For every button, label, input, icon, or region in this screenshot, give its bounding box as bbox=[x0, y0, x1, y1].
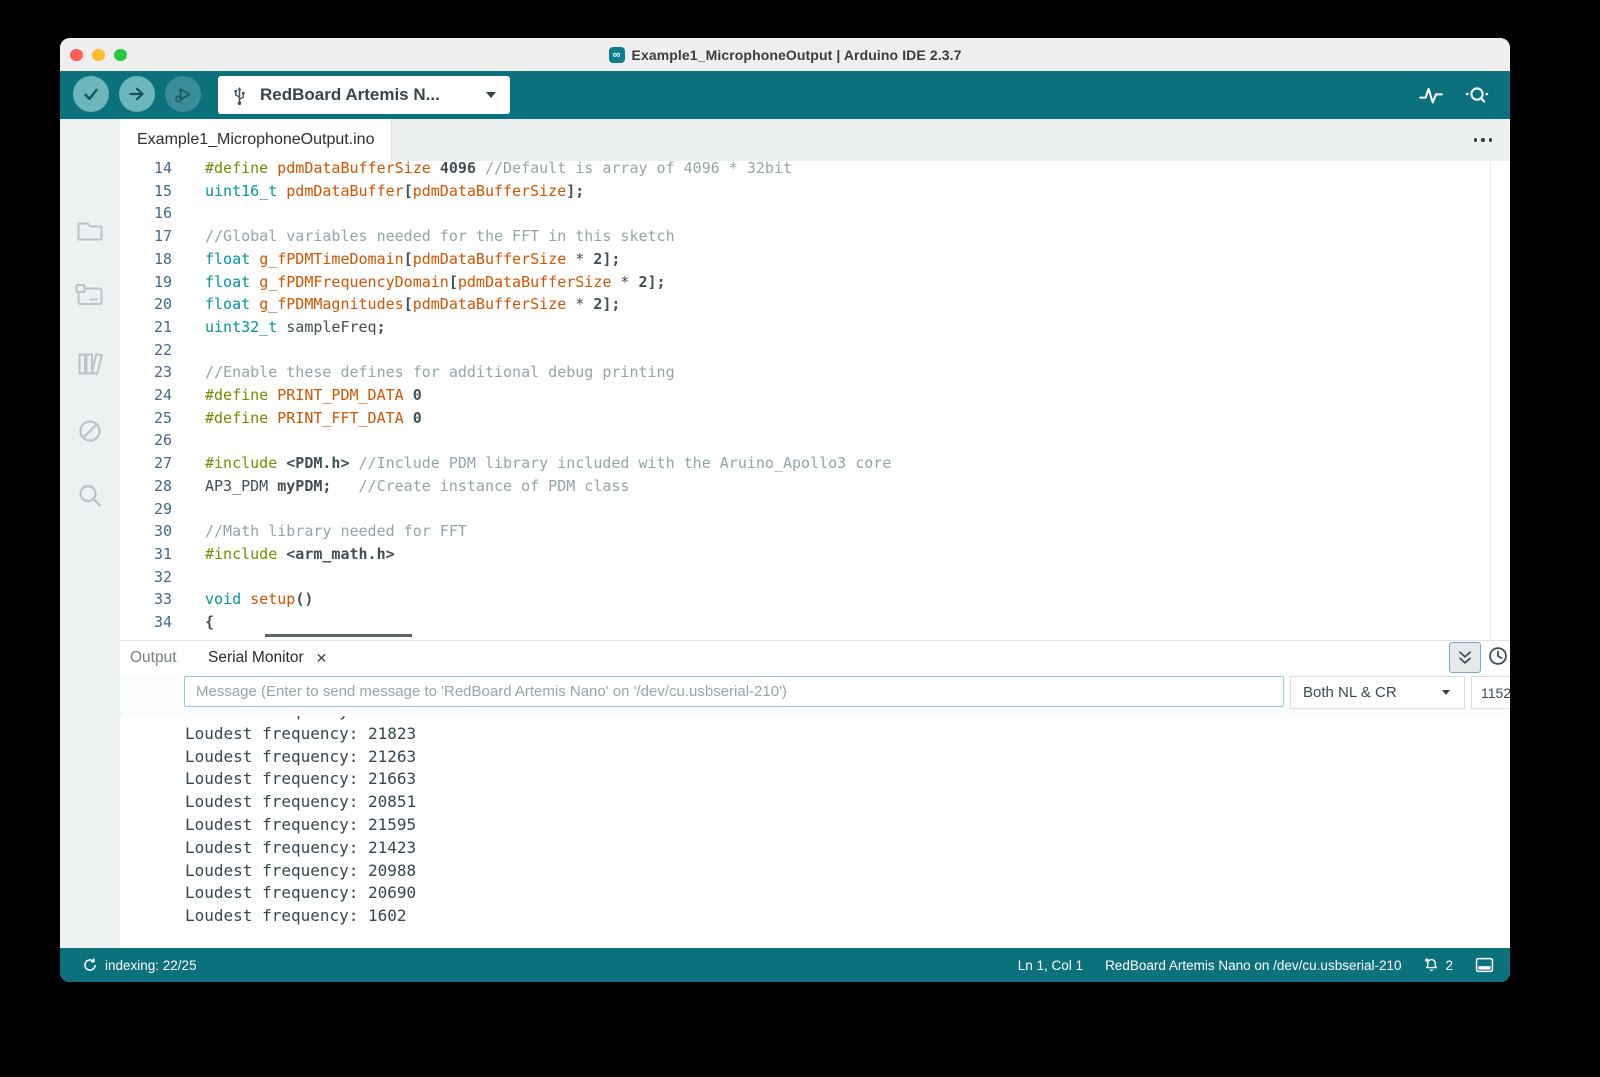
board-selector[interactable]: RedBoard Artemis N... bbox=[218, 76, 510, 114]
activity-sidebar bbox=[60, 119, 121, 948]
verify-button[interactable] bbox=[73, 76, 109, 112]
chevron-down-icon bbox=[486, 92, 496, 98]
cursor-position[interactable]: Ln 1, Col 1 bbox=[1018, 958, 1083, 973]
serial-output: Loudest frequency:Loudest frequency: 218… bbox=[120, 716, 1510, 948]
indexing-status: indexing: 22/25 bbox=[60, 957, 197, 973]
screen: ∞ Example1_MicrophoneOutput | Arduino ID… bbox=[0, 0, 1600, 1077]
baud-rate-select[interactable]: 115200 baud bbox=[1471, 676, 1510, 709]
titlebar: ∞ Example1_MicrophoneOutput | Arduino ID… bbox=[60, 38, 1510, 72]
debug-button[interactable] bbox=[165, 76, 201, 112]
window-title: Example1_MicrophoneOutput | Arduino IDE … bbox=[632, 47, 962, 63]
serial-message-input[interactable] bbox=[184, 676, 1284, 707]
baud-rate-value: 115200 baud bbox=[1481, 685, 1510, 701]
chevron-down-icon bbox=[1442, 690, 1450, 695]
close-serial-monitor-button[interactable]: ✕ bbox=[316, 650, 328, 667]
notifications-button[interactable]: 2 bbox=[1423, 957, 1453, 974]
arrow-right-icon bbox=[126, 83, 148, 105]
panel-tab-output[interactable]: Output bbox=[130, 641, 177, 675]
tab-sketch-file[interactable]: Example1_MicrophoneOutput.ino bbox=[120, 119, 392, 161]
usb-icon bbox=[232, 85, 247, 106]
double-chevron-down-icon bbox=[1455, 648, 1475, 668]
panel-tab-serial-monitor[interactable]: Serial Monitor ✕ bbox=[208, 641, 327, 675]
serial-monitor-icon bbox=[1464, 83, 1490, 109]
clock-icon bbox=[1487, 645, 1509, 667]
more-actions-button[interactable] bbox=[1470, 133, 1496, 147]
window-title-group: ∞ Example1_MicrophoneOutput | Arduino ID… bbox=[60, 38, 1510, 71]
sync-icon bbox=[82, 957, 98, 973]
tab-label: Example1_MicrophoneOutput.ino bbox=[137, 131, 374, 149]
serial-plotter-button[interactable] bbox=[1418, 83, 1444, 109]
editor-gutter: 1415161718192021222324252627282930313233… bbox=[120, 157, 172, 634]
bottom-panel-tabbar: Output Serial Monitor ✕ bbox=[120, 640, 1510, 675]
debug-disabled-icon bbox=[74, 415, 106, 447]
debug-icon bbox=[171, 82, 195, 106]
ellipsis-icon bbox=[1474, 138, 1477, 141]
statusbar: indexing: 22/25 Ln 1, Col 1 RedBoard Art… bbox=[60, 948, 1510, 982]
bell-icon bbox=[1423, 957, 1440, 974]
search-icon bbox=[74, 480, 106, 512]
sidebar-item-search[interactable] bbox=[74, 480, 106, 512]
arduino-ide-window: ∞ Example1_MicrophoneOutput | Arduino ID… bbox=[60, 38, 1510, 982]
sidebar-item-boards-manager[interactable] bbox=[74, 280, 106, 312]
notification-count: 2 bbox=[1445, 958, 1453, 973]
editor-tabbar: Example1_MicrophoneOutput.ino bbox=[120, 119, 1510, 161]
toggle-autoscroll-button[interactable] bbox=[1449, 642, 1481, 673]
editor-vscrollbar[interactable] bbox=[1490, 161, 1491, 640]
serial-monitor-button[interactable] bbox=[1464, 83, 1490, 109]
check-icon bbox=[80, 83, 102, 105]
statusbar-right: Ln 1, Col 1 RedBoard Artemis Nano on /de… bbox=[1018, 957, 1510, 974]
toggle-timestamp-button[interactable] bbox=[1487, 645, 1509, 667]
books-icon bbox=[74, 348, 106, 380]
sidebar-item-debug[interactable] bbox=[74, 415, 106, 447]
folder-icon bbox=[74, 215, 106, 247]
toggle-panel-icon[interactable] bbox=[1475, 957, 1494, 973]
arduino-app-icon: ∞ bbox=[609, 47, 625, 63]
code-editor[interactable]: 1415161718192021222324252627282930313233… bbox=[120, 157, 1510, 640]
editor-hscrollbar-thumb[interactable] bbox=[265, 634, 412, 637]
board-port-status[interactable]: RedBoard Artemis Nano on /dev/cu.usbseri… bbox=[1105, 958, 1401, 973]
serial-monitor-tab-label: Serial Monitor bbox=[208, 649, 304, 667]
serial-input-row: Both NL & CR 115200 baud bbox=[120, 674, 1510, 714]
editor-code[interactable]: #define pdmDataBufferSize 4096 //Default… bbox=[205, 157, 1480, 634]
toolbar: RedBoard Artemis N... bbox=[60, 71, 1510, 119]
upload-button[interactable] bbox=[119, 76, 155, 112]
serial-plotter-icon bbox=[1418, 83, 1444, 109]
line-ending-select[interactable]: Both NL & CR bbox=[1290, 676, 1465, 709]
board-selector-label: RedBoard Artemis N... bbox=[260, 85, 473, 105]
line-ending-value: Both NL & CR bbox=[1303, 684, 1397, 701]
serial-output-lines: Loudest frequency:Loudest frequency: 218… bbox=[120, 716, 1510, 928]
sidebar-item-sketchbook[interactable] bbox=[74, 215, 106, 247]
board-icon bbox=[74, 280, 106, 312]
sidebar-item-library-manager[interactable] bbox=[74, 348, 106, 380]
indexing-text: indexing: 22/25 bbox=[105, 958, 197, 973]
